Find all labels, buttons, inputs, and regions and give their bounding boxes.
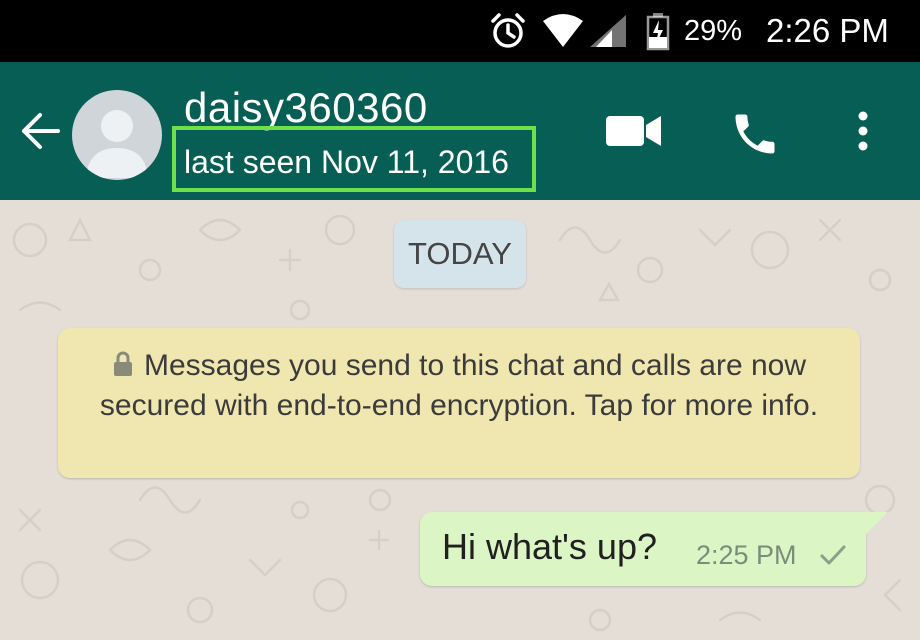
last-seen-status: last seen Nov 11, 2016 — [184, 144, 509, 180]
back-arrow-icon[interactable] — [18, 106, 62, 156]
battery-icon — [645, 0, 671, 62]
message-text: Hi what's up? — [442, 526, 657, 567]
video-call-icon[interactable] — [604, 108, 664, 154]
encryption-notice-text: Messages you send to this chat and calls… — [99, 349, 819, 422]
status-time: 2:26 PM — [766, 12, 889, 49]
lock-icon — [112, 348, 134, 376]
contact-name[interactable]: daisy360360 — [184, 84, 428, 132]
alarm-icon — [488, 0, 528, 62]
sent-check-icon — [818, 542, 848, 568]
wifi-icon — [541, 0, 585, 62]
battery-percent: 29% — [684, 14, 743, 47]
encryption-notice[interactable]: Messages you send to this chat and calls… — [58, 328, 860, 478]
outgoing-message-bubble[interactable]: Hi what's up? 2:25 PM — [420, 512, 866, 586]
chat-area[interactable]: TODAY Messages you send to this chat and… — [0, 200, 920, 640]
signal-icon — [588, 0, 628, 62]
bubble-tail — [866, 512, 888, 534]
status-bar: 29% 2:26 PM — [0, 0, 920, 62]
more-options-icon[interactable] — [848, 108, 878, 154]
date-separator: TODAY — [394, 220, 526, 288]
message-time: 2:25 PM — [696, 540, 797, 570]
phone-icon[interactable] — [729, 108, 781, 154]
chat-header: daisy360360 last seen Nov 11, 2016 — [0, 62, 920, 200]
avatar[interactable] — [72, 90, 162, 180]
